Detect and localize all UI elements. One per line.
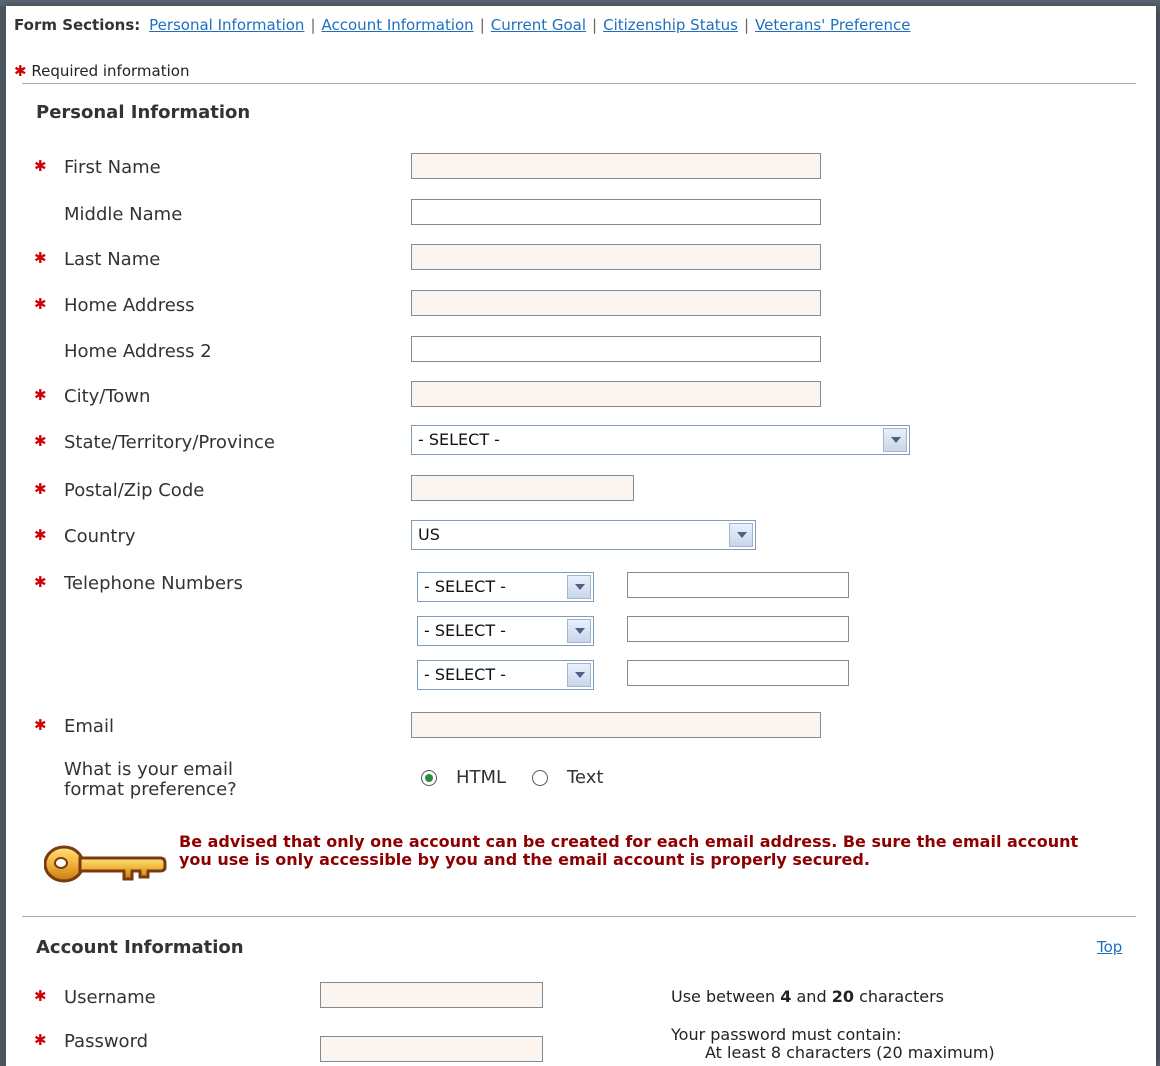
chevron-down-icon[interactable] [567,619,591,643]
label-country: Country [64,526,136,547]
label-state: State/Territory/Province [64,432,275,453]
phone-type-select-3[interactable]: - SELECT - [417,660,594,690]
label-postal: Postal/Zip Code [64,480,205,501]
email-warning: Be advised that only one account can be … [179,832,1079,869]
required-asterisk-icon: ✱ [34,526,47,544]
phone-number-input-1[interactable] [627,572,849,598]
label-email-format: What is your email format preference? [64,759,237,800]
home-address-input[interactable] [411,290,821,316]
key-icon [44,845,167,883]
nav-link-goal[interactable]: Current Goal [491,16,586,34]
label-last-name: Last Name [64,249,161,270]
state-select[interactable]: - SELECT - [411,425,910,455]
chevron-down-icon[interactable] [567,575,591,599]
nav-link-personal[interactable]: Personal Information [149,16,304,34]
country-select[interactable]: US [411,520,756,550]
password-hint: Your password must contain: At least 8 c… [671,1025,995,1062]
phone-type-select-1[interactable]: - SELECT - [417,572,594,602]
nav-link-citizenship[interactable]: Citizenship Status [603,16,738,34]
section-title-account: Account Information [36,937,244,958]
nav-label: Form Sections: [14,16,141,34]
form-panel: Form Sections: Personal Information | Acco… [0,6,1156,1066]
radio-text-label: Text [567,767,604,788]
required-asterisk-icon: ✱ [34,716,47,734]
chevron-down-icon[interactable] [883,428,907,452]
radio-html-label: HTML [456,767,507,788]
middle-name-input[interactable] [411,199,821,225]
last-name-input[interactable] [411,244,821,270]
city-input[interactable] [411,381,821,407]
label-first-name: First Name [64,157,161,178]
radio-html[interactable] [421,770,437,786]
top-link[interactable]: Top [1097,938,1122,956]
radio-text[interactable] [532,770,548,786]
label-city: City/Town [64,386,151,407]
nav-link-veterans[interactable]: Veterans' Preference [755,16,910,34]
form-sections-nav: Form Sections: Personal Information | Acco… [14,16,911,34]
nav-link-account[interactable]: Account Information [322,16,474,34]
label-middle-name: Middle Name [64,204,183,225]
phone-number-input-3[interactable] [627,660,849,686]
label-telephone: Telephone Numbers [64,573,243,594]
required-asterisk-icon: ✱ [34,573,47,591]
required-asterisk-icon: ✱ [34,987,47,1005]
section-title-personal: Personal Information [36,102,251,123]
required-note: ✱ Required information [14,62,190,80]
divider [22,916,1136,917]
asterisk-icon: ✱ [14,62,27,80]
home-address-2-input[interactable] [411,336,821,362]
required-asterisk-icon: ✱ [34,432,47,450]
label-home-address-2: Home Address 2 [64,341,212,362]
label-email: Email [64,716,114,737]
required-asterisk-icon: ✱ [34,157,47,175]
phone-type-select-2[interactable]: - SELECT - [417,616,594,646]
username-input[interactable] [320,982,543,1008]
password-input[interactable] [320,1036,543,1062]
chevron-down-icon[interactable] [567,663,591,687]
email-input[interactable] [411,712,821,738]
required-asterisk-icon: ✱ [34,1031,47,1049]
phone-number-input-2[interactable] [627,616,849,642]
divider [22,83,1136,84]
label-home-address: Home Address [64,295,195,316]
label-password: Password [64,1031,149,1052]
username-hint: Use between 4 and 20 characters [671,987,945,1006]
required-asterisk-icon: ✱ [34,249,47,267]
label-username: Username [64,987,156,1008]
chevron-down-icon[interactable] [729,523,753,547]
required-asterisk-icon: ✱ [34,480,47,498]
required-asterisk-icon: ✱ [34,295,47,313]
first-name-input[interactable] [411,153,821,179]
required-asterisk-icon: ✱ [34,386,47,404]
postal-code-input[interactable] [411,475,634,501]
